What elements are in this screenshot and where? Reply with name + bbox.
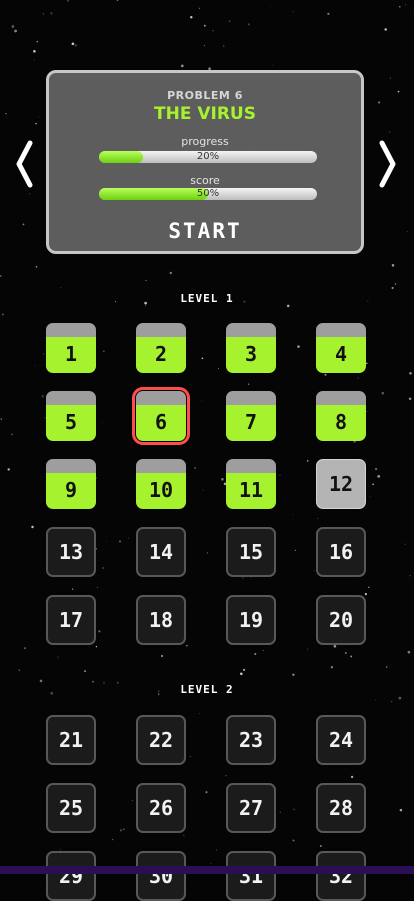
level-tile-4[interactable]: 4	[316, 323, 366, 373]
progress-bar: 20%	[99, 151, 317, 163]
level-tile-10[interactable]: 10	[136, 459, 186, 509]
level-tile-2[interactable]: 2	[136, 323, 186, 373]
level-tile-14[interactable]: 14	[136, 527, 186, 577]
level-tile-11[interactable]: 11	[226, 459, 276, 509]
level-tile-8[interactable]: 8	[316, 391, 366, 441]
level-tile-29[interactable]: 29	[46, 851, 96, 901]
level-1-label: LEVEL 1	[180, 292, 234, 305]
level-tile-3[interactable]: 3	[226, 323, 276, 373]
level-tile-7[interactable]: 7	[226, 391, 276, 441]
level-tile-19[interactable]: 19	[226, 595, 276, 645]
level-2-label: LEVEL 2	[180, 683, 234, 696]
level-tile-5[interactable]: 5	[46, 391, 96, 441]
start-button[interactable]: START	[49, 219, 361, 243]
level-tile-32[interactable]: 32	[316, 851, 366, 901]
bottom-bar	[0, 866, 414, 874]
level-tile-17[interactable]: 17	[46, 595, 96, 645]
level-tile-24[interactable]: 24	[316, 715, 366, 765]
level-tile-9[interactable]: 9	[46, 459, 96, 509]
level-tile-20[interactable]: 20	[316, 595, 366, 645]
problem-card: PROBLEM 6 THE VIRUS progress 20% score 5…	[46, 70, 364, 254]
level-tile-21[interactable]: 21	[46, 715, 96, 765]
level-tile-13[interactable]: 13	[46, 527, 96, 577]
level-tile-12[interactable]: 12	[316, 459, 366, 509]
problem-number: PROBLEM 6	[167, 89, 243, 102]
prev-problem-button[interactable]	[14, 140, 34, 188]
score-label: score	[190, 174, 220, 187]
progress-percent: 20%	[196, 151, 220, 162]
level-tile-22[interactable]: 22	[136, 715, 186, 765]
level-tile-1[interactable]: 1	[46, 323, 96, 373]
chevron-right-icon	[379, 140, 396, 188]
level-tile-25[interactable]: 25	[46, 783, 96, 833]
problem-title: THE VIRUS	[154, 104, 256, 124]
level-tile-30[interactable]: 30	[136, 851, 186, 901]
level-tile-31[interactable]: 31	[226, 851, 276, 901]
chevron-left-icon	[16, 140, 33, 188]
score-bar: 50%	[99, 188, 317, 200]
level-tile-26[interactable]: 26	[136, 783, 186, 833]
next-problem-button[interactable]	[378, 140, 398, 188]
progress-label: progress	[181, 135, 229, 148]
score-percent: 50%	[196, 188, 220, 199]
level-tile-15[interactable]: 15	[226, 527, 276, 577]
level-tile-16[interactable]: 16	[316, 527, 366, 577]
level-tile-27[interactable]: 27	[226, 783, 276, 833]
level-tile-6[interactable]: 6	[132, 387, 190, 445]
level-tile-18[interactable]: 18	[136, 595, 186, 645]
level-tile-28[interactable]: 28	[316, 783, 366, 833]
level-tile-23[interactable]: 23	[226, 715, 276, 765]
